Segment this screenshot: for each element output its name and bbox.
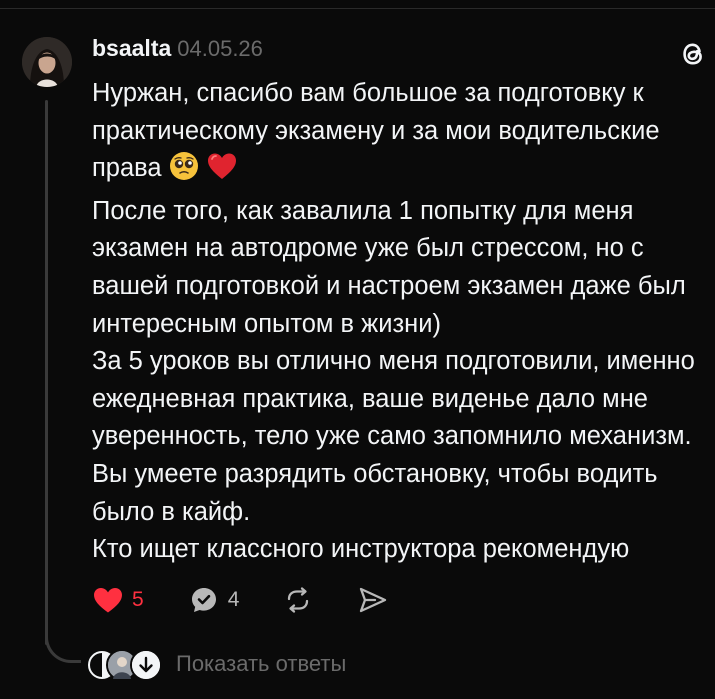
post-paragraph: Нуржан, спасибо вам большое за подготовк… [92,75,702,193]
top-divider [0,0,715,9]
reply-avatar [130,649,162,681]
send-icon [357,585,389,615]
post-paragraph: Кто ищет классного инструктора рекоменду… [92,535,630,564]
post-date: 04.05.26 [177,36,263,61]
repost-button[interactable] [283,585,313,615]
post-paragraph: За 5 уроков вы отлично меня подготовили,… [92,347,695,526]
arrow-down-icon [132,651,160,679]
pleading-face-emoji [169,151,199,193]
thread-connector-line [45,100,48,645]
like-button[interactable]: 5 [92,586,144,614]
thread-post-view: bsaalta 04.05.26 Нуржан, спасибо вам бол… [0,0,715,699]
share-button[interactable] [357,585,389,615]
reply-avatars-stack [86,648,162,681]
thread-connector-curve [45,625,81,663]
author-username[interactable]: bsaalta [92,35,171,62]
show-replies-link[interactable]: Показать ответы [176,651,346,677]
repost-icon [283,585,313,615]
post-header: bsaalta 04.05.26 [92,35,263,65]
like-count: 5 [132,588,144,611]
author-avatar[interactable] [22,37,72,87]
reply-button[interactable]: 4 [188,584,240,616]
threads-logo-icon [677,38,709,70]
show-replies-row[interactable]: Показать ответы [86,646,346,682]
heart-filled-icon [92,586,124,614]
speech-bubble-check-icon [188,584,220,616]
post-actions-bar: 5 4 [92,580,433,620]
reply-count: 4 [227,588,240,611]
post-text: Нуржан, спасибо вам большое за подготовк… [92,75,702,569]
author-avatar-image [22,37,72,87]
post-paragraph: После того, как завалила 1 попытку для м… [92,196,686,338]
red-heart-emoji [206,151,238,193]
